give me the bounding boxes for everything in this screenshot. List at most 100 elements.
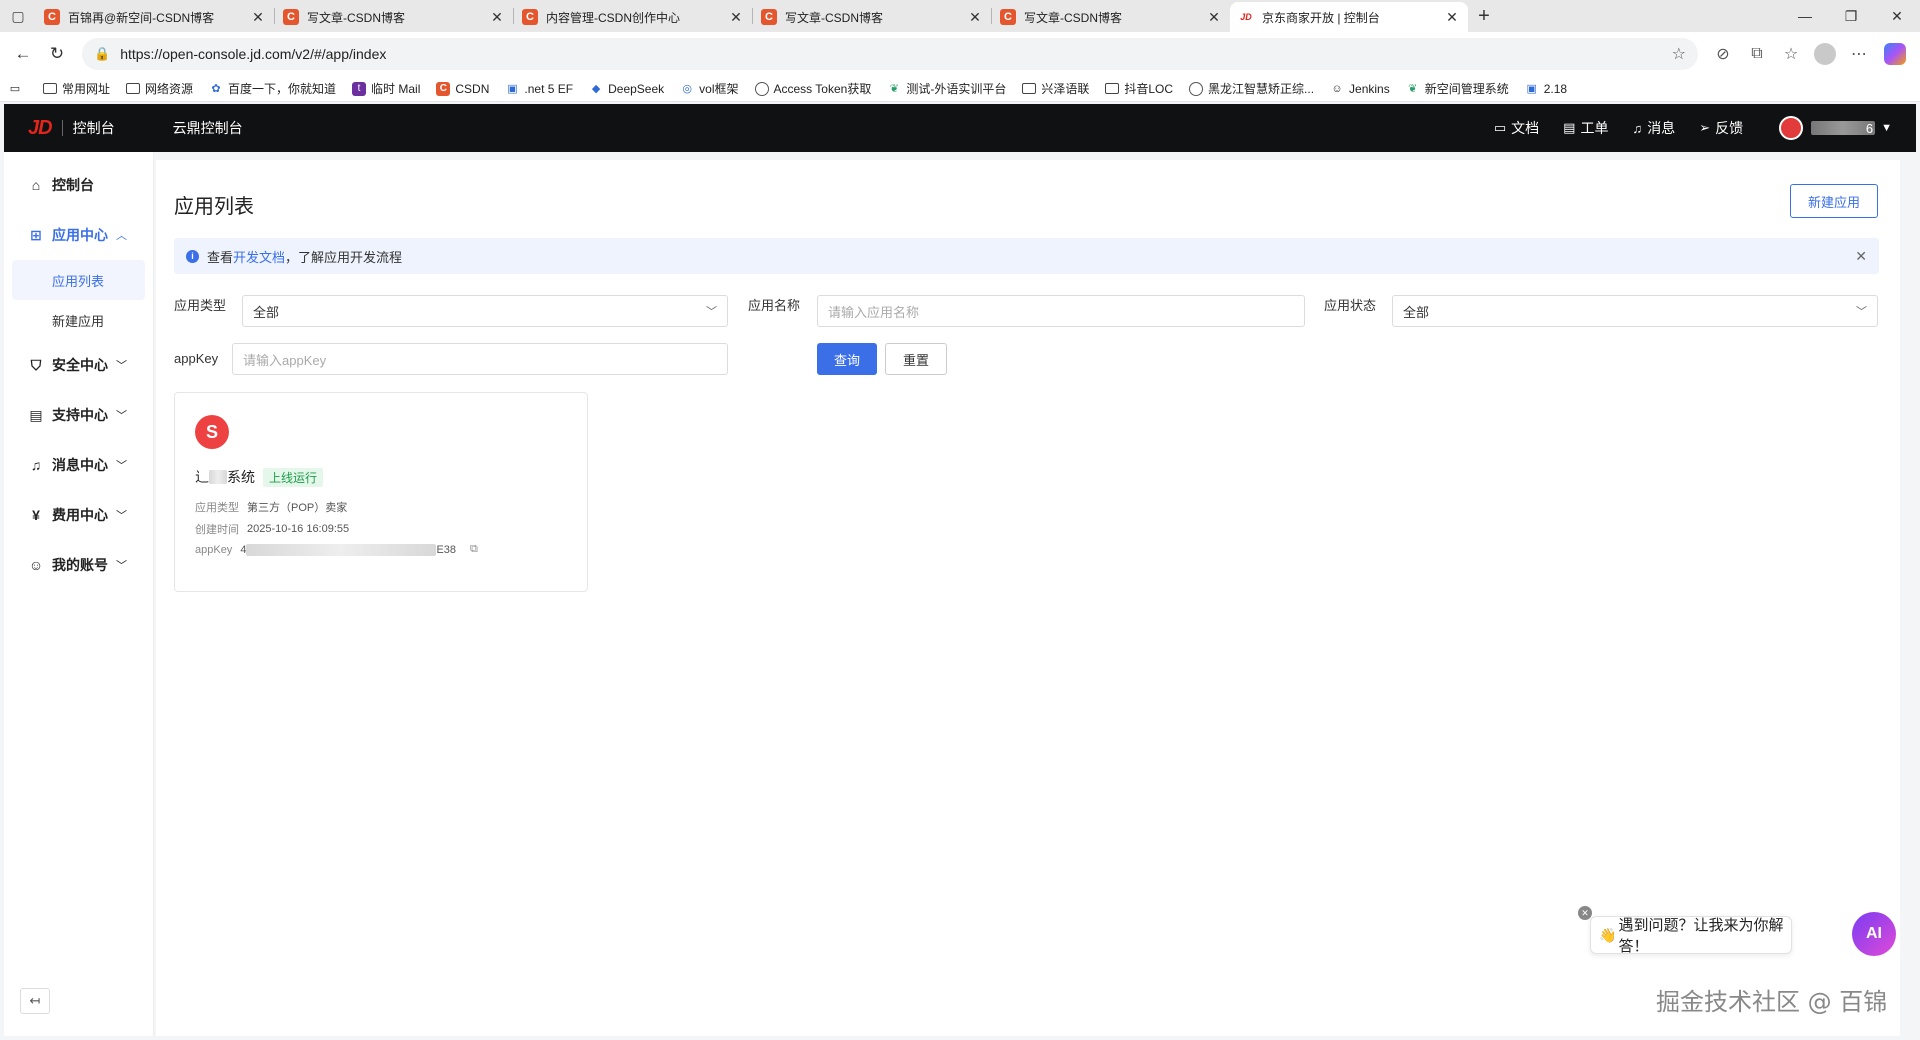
close-icon[interactable]: ✕: [250, 9, 266, 26]
appkey-input[interactable]: 请输入appKey: [232, 343, 728, 375]
bookmark-item[interactable]: ❦ 新空间管理系统: [1406, 80, 1509, 97]
jd-logo[interactable]: JD: [28, 117, 53, 140]
app-card[interactable]: S 辶 系统 上线运行 应用类型 第三方（POP）卖家 创建时间 2025-10…: [174, 392, 588, 592]
tab-actions-icon[interactable]: ▢: [0, 0, 36, 32]
chevron-down-icon: ﹀: [706, 306, 717, 318]
new-tab-icon[interactable]: +: [1468, 5, 1500, 28]
browser-tab[interactable]: C 写文章-CSDN博客 ✕: [753, 2, 991, 32]
sidebar-item-console[interactable]: ⌂ 控制台: [4, 160, 153, 210]
app-name[interactable]: 辶 系统 上线运行: [195, 467, 324, 487]
sidebar-item-billing[interactable]: ¥ 费用中心 ﹀: [4, 490, 153, 540]
browser-tab[interactable]: C 写文章-CSDN博客 ✕: [992, 2, 1230, 32]
message-link[interactable]: ♫ 消息: [1632, 118, 1675, 138]
app-status-select[interactable]: 全部 ﹀: [1392, 295, 1878, 327]
sidebar-item-support[interactable]: ▤ 支持中心 ﹀: [4, 390, 153, 440]
bookmark-label: Access Token获取: [773, 82, 872, 96]
extension-icon[interactable]: ⊘: [1706, 44, 1740, 64]
copilot-icon[interactable]: [1884, 43, 1906, 65]
bookmark-item[interactable]: ◎ vol框架: [680, 80, 738, 97]
favorites-icon[interactable]: ☆: [1774, 44, 1808, 64]
ai-assistant-bubble[interactable]: 👋 遇到问题？让我来为你解答！: [1590, 916, 1792, 955]
close-icon[interactable]: ✕: [1206, 9, 1222, 26]
chevron-down-icon[interactable]: ▼: [1881, 122, 1892, 134]
yunding-console-link[interactable]: 云鼎控制台: [173, 118, 243, 138]
ticket-link[interactable]: ▤ 工单: [1563, 118, 1608, 138]
bookmark-item[interactable]: ☺ Jenkins: [1330, 82, 1389, 96]
console-title[interactable]: 控制台: [73, 118, 115, 138]
close-icon[interactable]: ✕: [1855, 248, 1867, 265]
bookmark-item[interactable]: 抖音LOC: [1105, 80, 1173, 97]
refresh-icon[interactable]: ↻: [40, 37, 74, 71]
app-type-select[interactable]: 全部 ﹀: [242, 295, 728, 327]
more-icon[interactable]: ⋯: [1842, 44, 1876, 64]
new-app-button[interactable]: 新建应用: [1790, 184, 1878, 218]
browser-tab[interactable]: C 内容管理-CSDN创作中心 ✕: [514, 2, 752, 32]
bookmark-item[interactable]: ✿ 百度一下，你就知道: [209, 80, 336, 97]
appkey-row: appKey 4 E38 ⧉: [195, 543, 478, 556]
close-icon[interactable]: ✕: [489, 9, 505, 26]
sidebar-item-label: 消息中心: [52, 457, 108, 473]
profile-avatar-icon[interactable]: [1814, 43, 1836, 65]
docs-link[interactable]: ▭ 文档: [1494, 118, 1539, 138]
folder-icon: ▭: [1493, 120, 1507, 135]
username[interactable]: 6: [1811, 121, 1876, 136]
bookmark-item[interactable]: C CSDN: [436, 81, 489, 96]
mail-icon: t: [352, 81, 367, 96]
url-text: https://open-console.jd.com/v2/#/app/ind…: [120, 46, 387, 62]
bookmark-item[interactable]: ❦ 测试-外语实训平台: [887, 80, 1007, 97]
sidebar-item-account[interactable]: ☺ 我的账号 ﹀: [4, 540, 153, 590]
sidebar-subitem-app-list[interactable]: 应用列表: [12, 260, 145, 300]
puzzle-icon[interactable]: ⧉: [1740, 45, 1774, 63]
close-icon[interactable]: ✕: [967, 9, 983, 26]
home-icon: ⌂: [31, 177, 41, 193]
bookmark-item[interactable]: ▣ .net 5 EF: [505, 82, 573, 96]
minimize-icon[interactable]: —: [1782, 8, 1828, 25]
ai-bubble-text: 遇到问题？让我来为你解答！: [1618, 917, 1784, 955]
bookmark-item[interactable]: 常用网址: [43, 80, 110, 97]
chevron-down-icon: ﹀: [116, 560, 127, 572]
app-name-input[interactable]: 请输入应用名称: [817, 295, 1305, 327]
bilibili-icon: ▣: [507, 83, 518, 95]
browser-tab[interactable]: C 百锦再@新空间-CSDN博客 ✕: [36, 2, 274, 32]
redacted-block: [246, 543, 437, 556]
bookmarks-toggle-icon[interactable]: ▭: [8, 82, 27, 96]
reset-button[interactable]: 重置: [885, 343, 947, 375]
chevron-down-icon: ﹀: [116, 460, 127, 472]
bookmark-label: vol框架: [699, 82, 739, 96]
query-button[interactable]: 查询: [817, 343, 877, 375]
url-field[interactable]: 🔒 https://open-console.jd.com/v2/#/app/i…: [82, 38, 1698, 70]
sidebar-item-app-center[interactable]: ⊞ 应用中心 ︿: [4, 210, 153, 260]
page-title: 应用列表: [174, 196, 254, 218]
bookmark-label: 测试-外语实训平台: [906, 82, 1007, 96]
bookmark-item[interactable]: 兴泽语联: [1022, 80, 1089, 97]
sidebar-item-messages[interactable]: ♫ 消息中心 ﹀: [4, 440, 153, 490]
bookmark-item[interactable]: ▣ 2.18: [1525, 82, 1568, 96]
bookmark-item[interactable]: t 临时 Mail: [352, 80, 420, 97]
sidebar-subitem-new-app[interactable]: 新建应用: [4, 300, 153, 340]
ai-assistant-button[interactable]: AI: [1852, 912, 1896, 956]
bookmark-item[interactable]: ◆ DeepSeek: [589, 82, 664, 96]
dev-docs-link[interactable]: 开发文档: [233, 247, 285, 266]
restore-icon[interactable]: ❐: [1828, 8, 1874, 25]
sidebar-item-security[interactable]: ⛉ 安全中心 ﹀: [4, 340, 153, 390]
close-icon[interactable]: ✕: [1578, 906, 1592, 920]
bookmark-item[interactable]: Access Token获取: [754, 80, 872, 97]
site-info-icon[interactable]: 🔒: [94, 46, 110, 62]
back-icon[interactable]: ←: [6, 37, 40, 71]
browser-tab[interactable]: C 写文章-CSDN博客 ✕: [275, 2, 513, 32]
feedback-link[interactable]: ➢ 反馈: [1699, 118, 1743, 138]
user-avatar[interactable]: [1779, 116, 1804, 140]
app-logo-icon: S: [195, 415, 229, 449]
close-icon[interactable]: ✕: [1444, 9, 1460, 26]
copy-icon[interactable]: ⧉: [470, 543, 478, 556]
collapse-sidebar-icon[interactable]: ↤: [20, 988, 50, 1014]
browser-tab-active[interactable]: JD 京东商家开放 | 控制台 ✕: [1230, 2, 1468, 32]
tab-title: 写文章-CSDN博客: [307, 10, 405, 25]
bookmark-label: 兴泽语联: [1041, 82, 1090, 96]
bookmark-item[interactable]: 黑龙江智慧矫正综...: [1189, 80, 1314, 97]
favorite-star-icon[interactable]: ☆: [1672, 44, 1686, 64]
chevron-down-icon: ﹀: [116, 360, 127, 372]
close-window-icon[interactable]: ✕: [1874, 8, 1920, 25]
bookmark-item[interactable]: 网络资源: [126, 80, 193, 97]
close-icon[interactable]: ✕: [728, 9, 744, 26]
